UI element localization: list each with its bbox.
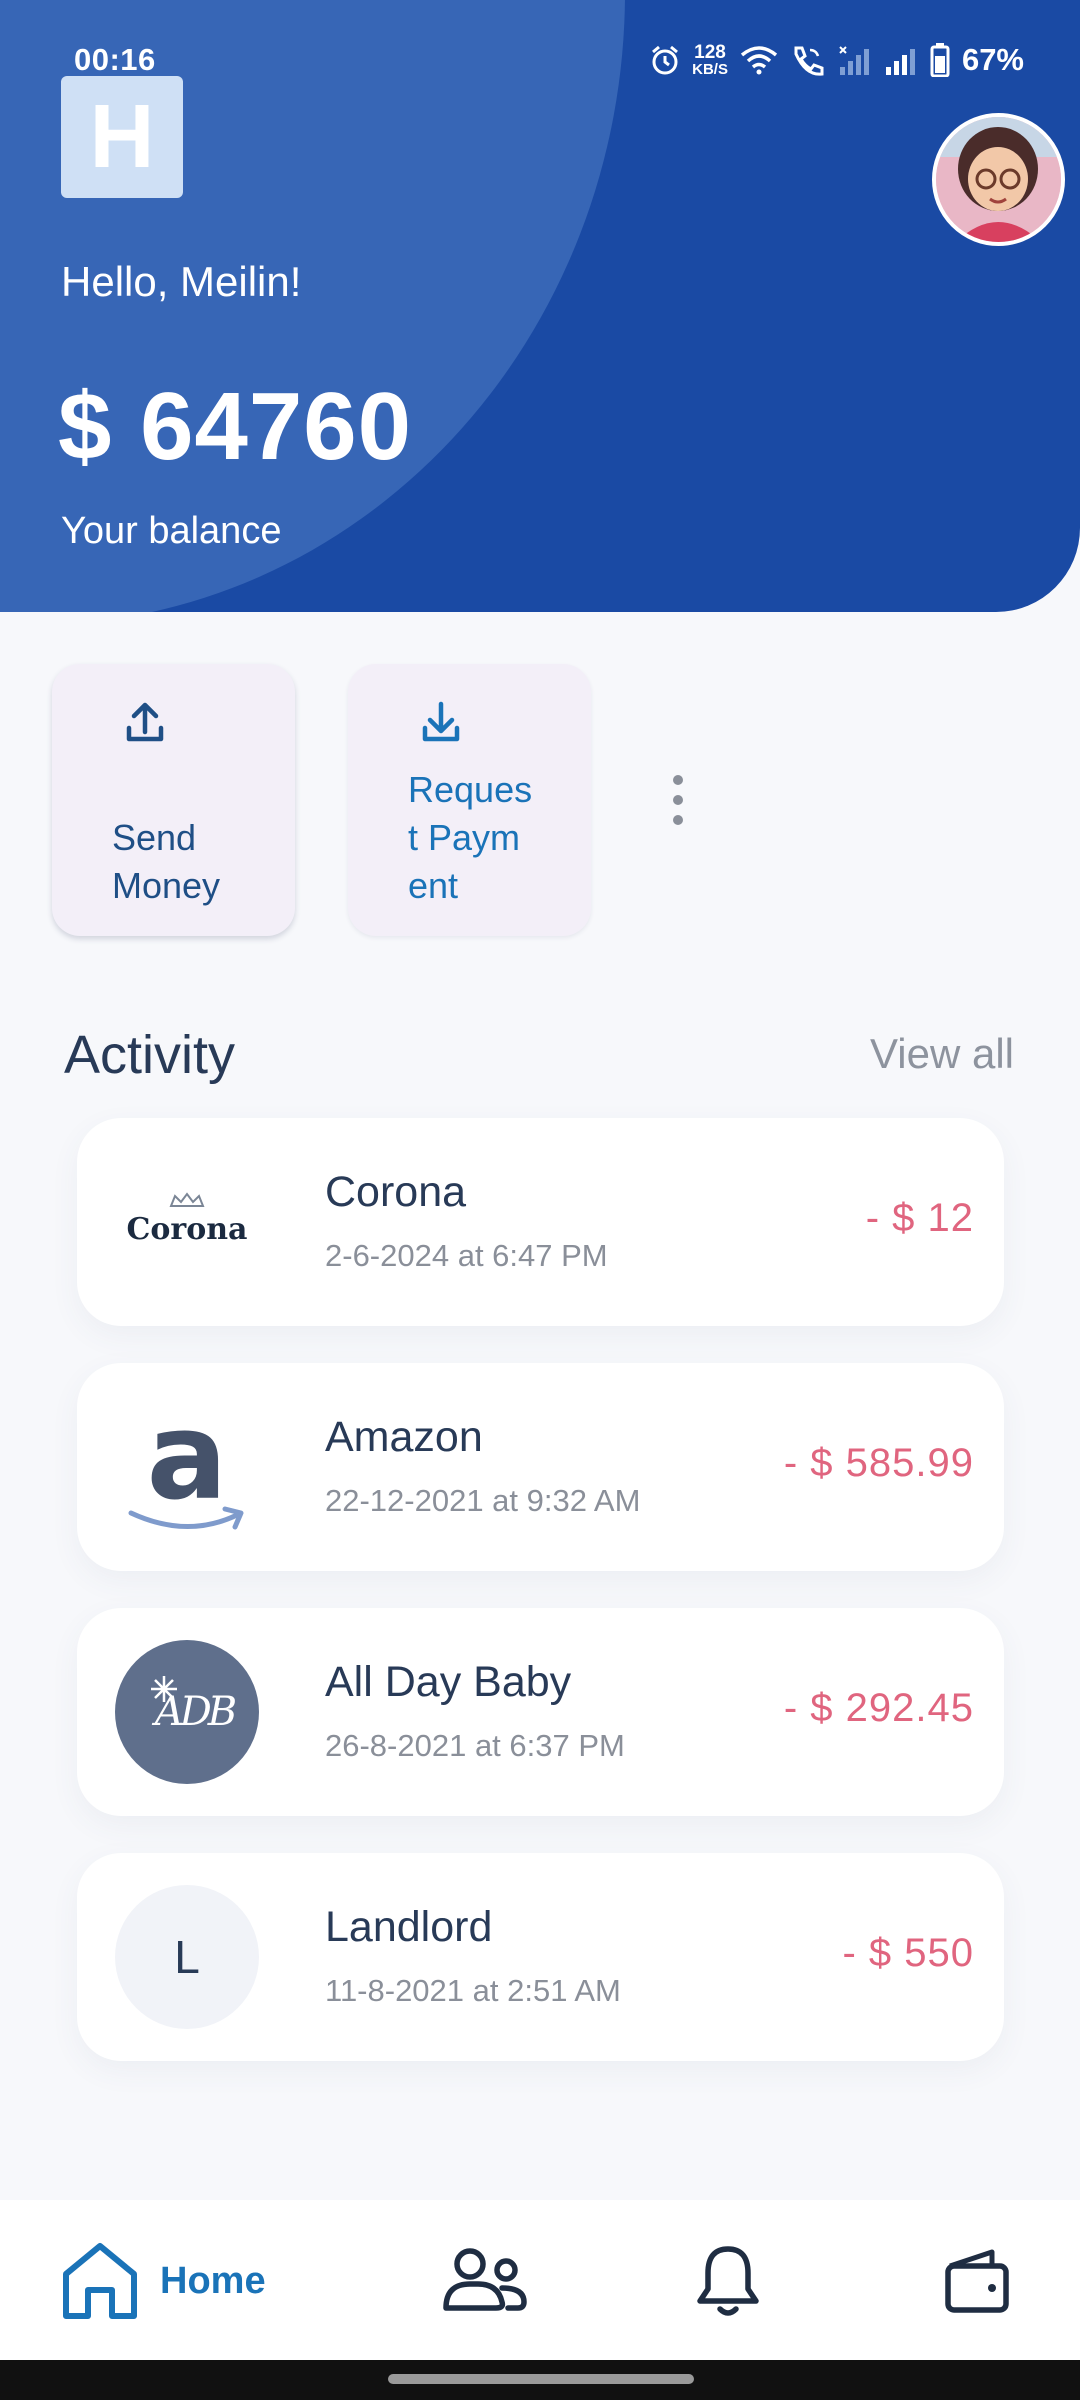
all-day-baby-logo: ADB (115, 1640, 259, 1784)
wifi-icon (740, 46, 778, 75)
request-payment-label: Request Payment (408, 769, 533, 906)
amazon-logo: a (115, 1395, 259, 1539)
sparkle-icon (151, 1676, 177, 1702)
avatar-image (936, 117, 1061, 242)
send-money-label: Send Money (112, 817, 221, 906)
nav-home[interactable]: Home (60, 2236, 266, 2326)
transaction-item[interactable]: ADB All Day Baby 26-8-2021 at 6:37 PM - … (77, 1608, 1004, 1816)
app-logo: H (61, 76, 183, 198)
transaction-date: 2-6-2024 at 6:47 PM (325, 1238, 608, 1273)
battery-icon (930, 43, 950, 77)
transaction-name: Amazon (325, 1413, 483, 1461)
transaction-amount: - $ 292.45 (783, 1686, 974, 1730)
alarm-icon (652, 45, 679, 75)
transaction-item[interactable]: L Landlord 11-8-2021 at 2:51 AM - $ 550 (77, 1853, 1004, 2061)
transaction-name: Corona (325, 1168, 467, 1216)
wifi-call-icon (794, 46, 824, 76)
transaction-amount: - $ 585.99 (783, 1441, 974, 1485)
home-indicator[interactable] (388, 2374, 694, 2384)
balance-label: Your balance (61, 510, 282, 552)
transaction-amount: - $ 12 (865, 1196, 974, 1240)
send-money-button[interactable]: Send Money (52, 664, 295, 936)
status-time: 00:16 (74, 42, 156, 77)
transaction-name: Landlord (325, 1903, 493, 1951)
transaction-item[interactable]: Corona Corona 2-6-2024 at 6:47 PM - $ 12 (77, 1118, 1004, 1326)
corona-logo: Corona (115, 1150, 259, 1294)
nav-home-label: Home (160, 2259, 266, 2302)
network-speed: 128 KB/S (692, 43, 728, 77)
balance-amount: $ 64760 (58, 373, 413, 480)
avatar[interactable] (932, 113, 1065, 246)
download-icon (422, 701, 460, 742)
request-payment-button[interactable]: Request Payment (348, 664, 591, 936)
landlord-initial: L (174, 1931, 200, 1983)
signal-1-icon (839, 46, 869, 75)
transaction-amount: - $ 550 (842, 1931, 974, 1975)
transaction-item[interactable]: a Amazon 22-12-2021 at 9:32 AM - $ 585.9… (77, 1363, 1004, 1571)
amazon-smile-icon (128, 1506, 244, 1530)
network-speed-value: 128 (694, 42, 726, 63)
bell-icon (697, 2246, 759, 2316)
amazon-logo-letter: a (146, 1388, 228, 1527)
more-options-icon[interactable] (660, 770, 696, 830)
nav-contacts[interactable] (440, 2236, 530, 2326)
home-icon (63, 2243, 137, 2319)
transaction-date: 26-8-2021 at 6:37 PM (325, 1728, 625, 1763)
header-banner: 00:16 128 KB/S 67% H Hello, Meilin! $ 64… (0, 0, 1080, 612)
corona-logo-text: Corona (126, 1211, 248, 1247)
signal-2-icon (885, 49, 915, 75)
transaction-date: 11-8-2021 at 2:51 AM (325, 1973, 621, 2008)
network-speed-unit: KB/S (692, 61, 728, 78)
corona-crown-icon (169, 1192, 205, 1207)
upload-icon (126, 702, 164, 742)
activity-heading: Activity (64, 1025, 236, 1085)
status-icons: 128 KB/S 67% (650, 42, 1024, 78)
transaction-name: All Day Baby (325, 1658, 572, 1706)
people-icon (443, 2248, 527, 2311)
greeting-text: Hello, Meilin! (61, 258, 302, 305)
view-all-link[interactable]: View all (870, 1030, 1014, 1078)
battery-percent: 67% (961, 42, 1024, 77)
bottom-navigation: Home (0, 2200, 1080, 2360)
wallet-icon (945, 2249, 1009, 2313)
nav-wallet[interactable] (942, 2236, 1012, 2326)
transaction-date: 22-12-2021 at 9:32 AM (325, 1483, 641, 1518)
nav-notifications[interactable] (692, 2236, 764, 2326)
landlord-avatar: L (115, 1885, 259, 2029)
